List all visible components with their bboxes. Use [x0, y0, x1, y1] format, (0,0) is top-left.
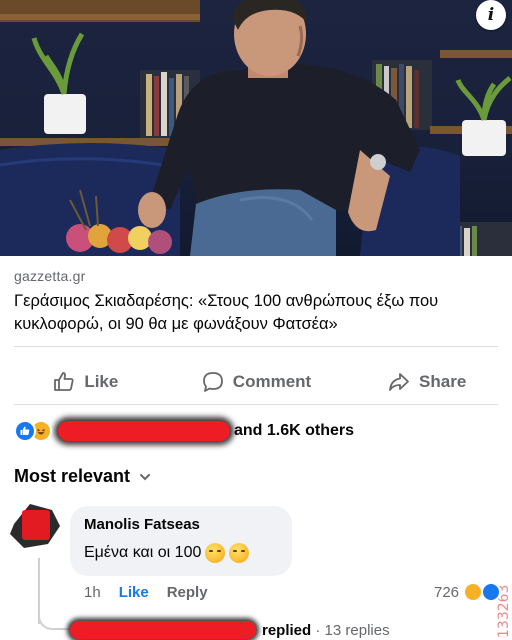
- reactions-summary[interactable]: and 1.6K others: [14, 418, 354, 444]
- haha-reaction-icon: [463, 582, 484, 602]
- comment-author[interactable]: Manolis Fatseas: [84, 516, 278, 533]
- comment-label: Comment: [232, 372, 312, 391]
- comment-bubble: Manolis Fatseas Εμένα και οι 100: [70, 506, 292, 576]
- replies-summary: replied · 13 replies: [262, 622, 390, 639]
- redacted-replier-name: [70, 621, 256, 639]
- replies-count: 13 replies: [324, 621, 390, 639]
- replied-label: replied: [262, 621, 312, 639]
- share-arrow-icon: [389, 373, 409, 391]
- like-reaction-icon: [14, 420, 36, 442]
- info-icon[interactable]: i: [476, 0, 506, 30]
- link-preview-text[interactable]: gazzetta.gr Γεράσιμος Σκιαδαρέσης: «Στου…: [0, 256, 512, 344]
- comment-sort-dropdown[interactable]: Most relevant: [14, 466, 152, 487]
- comment-timestamp[interactable]: 1h: [84, 584, 101, 601]
- reaction-others-text: and 1.6K others: [234, 422, 355, 439]
- comment-bubble-icon: [202, 372, 223, 392]
- divider: [14, 404, 498, 405]
- wink-emoji-icon: [205, 543, 226, 563]
- link-headline[interactable]: Γεράσιμος Σκιαδαρέσης: «Στους 100 ανθρώπ…: [14, 290, 498, 336]
- like-button[interactable]: Like: [0, 362, 171, 402]
- comment-sort-label: Most relevant: [14, 466, 131, 486]
- like-label: Like: [84, 372, 119, 391]
- chevron-down-icon: [140, 473, 151, 480]
- like-reaction-icon: [481, 582, 502, 602]
- link-preview-image[interactable]: i: [0, 0, 512, 256]
- comment-text: Εμένα και οι 100: [84, 543, 278, 563]
- post-action-bar: Like Comment Share: [0, 362, 512, 402]
- comment-button[interactable]: Comment: [171, 362, 342, 402]
- separator: ·: [315, 621, 321, 639]
- link-domain: gazzetta.gr: [14, 268, 86, 284]
- comment-reaction-number: 726: [434, 583, 460, 601]
- thread-connector: [38, 606, 72, 630]
- studio-scene-illustration: [0, 0, 512, 256]
- redacted-names: [58, 421, 230, 441]
- comment-reaction-count[interactable]: 726: [434, 582, 502, 602]
- view-replies-link[interactable]: replied · 13 replies: [70, 620, 390, 640]
- thumbs-up-icon: [54, 372, 74, 391]
- share-button[interactable]: Share: [341, 362, 512, 402]
- avatar[interactable]: [8, 500, 62, 550]
- share-label: Share: [419, 372, 467, 391]
- comment-text-content: Εμένα και οι 100: [84, 544, 202, 561]
- divider: [14, 346, 498, 347]
- comment-meta: 1h Like Reply: [84, 584, 208, 601]
- comment-like-button[interactable]: Like: [119, 584, 149, 601]
- wink-emoji-icon: [229, 543, 250, 563]
- comment-reply-button[interactable]: Reply: [167, 584, 208, 601]
